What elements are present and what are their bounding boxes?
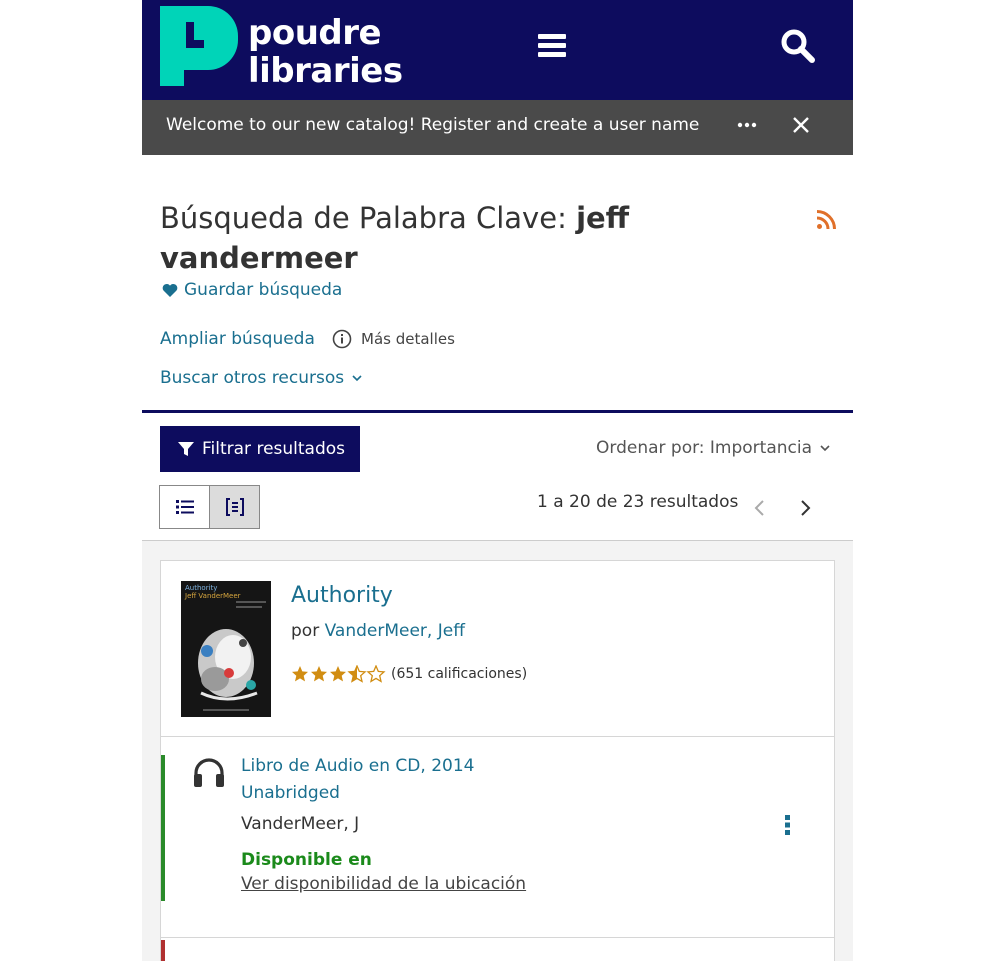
availability-bar bbox=[161, 755, 165, 901]
result-card: Authority Jeff VanderMeer Authority por … bbox=[160, 560, 835, 961]
expand-search-link[interactable]: Ampliar búsqueda bbox=[160, 329, 315, 349]
location-availability-link[interactable]: Ver disponibilidad de la ubicación bbox=[241, 874, 526, 894]
rating-count: (651 calificaciones) bbox=[391, 666, 528, 682]
save-search-link[interactable]: Guardar búsqueda bbox=[162, 280, 342, 300]
format-link[interactable]: Libro de Audio en CD, 2014 Unabridged bbox=[241, 753, 474, 807]
availability-bar bbox=[161, 940, 165, 961]
search-prefix: Búsqueda de Palabra Clave: bbox=[160, 201, 577, 235]
list-view-icon bbox=[175, 500, 194, 514]
ellipsis-icon[interactable] bbox=[736, 114, 758, 136]
search-icon[interactable] bbox=[780, 28, 816, 64]
author-prefix: por bbox=[291, 621, 325, 641]
page-title: Búsqueda de Palabra Clave: jeff vanderme… bbox=[160, 198, 720, 278]
view-toggle bbox=[159, 485, 260, 529]
save-search-label: Guardar búsqueda bbox=[184, 280, 343, 300]
format-line-2: Unabridged bbox=[241, 783, 340, 803]
info-icon bbox=[332, 329, 352, 349]
rating[interactable]: (651 calificaciones) bbox=[291, 665, 527, 683]
result-title-link[interactable]: Authority bbox=[291, 583, 393, 608]
chevron-down-icon bbox=[820, 444, 830, 451]
format-entry: Libro de Audio en CD, 2014 Unabridged Va… bbox=[161, 755, 834, 901]
sort-dropdown[interactable]: Ordenar por: Importancia bbox=[596, 438, 830, 458]
filter-icon bbox=[178, 442, 194, 456]
star-rating bbox=[291, 665, 387, 683]
vertical-ellipsis-icon[interactable] bbox=[779, 813, 795, 837]
site-header: poudre libraries bbox=[142, 0, 853, 100]
grouped-view-button[interactable] bbox=[209, 486, 259, 528]
logo-icon[interactable] bbox=[160, 6, 238, 86]
close-icon[interactable] bbox=[790, 114, 812, 136]
availability-status: Disponible en bbox=[241, 850, 372, 870]
section-divider bbox=[142, 410, 853, 413]
chevron-right-icon[interactable] bbox=[797, 498, 813, 518]
filter-results-button[interactable]: Filtrar resultados bbox=[160, 426, 360, 472]
welcome-banner: Welcome to our new catalog! Register and… bbox=[142, 100, 853, 155]
sort-label: Ordenar por: Importancia bbox=[596, 438, 813, 458]
other-resources-label: Buscar otros recursos bbox=[160, 368, 345, 388]
heart-icon bbox=[162, 283, 178, 297]
logo-text[interactable]: poudre libraries bbox=[248, 14, 403, 90]
stars-icon bbox=[292, 665, 385, 683]
headphones-icon bbox=[194, 758, 224, 787]
chevron-down-icon bbox=[352, 374, 362, 381]
rss-icon[interactable] bbox=[816, 210, 836, 230]
author-link[interactable]: VanderMeer, Jeff bbox=[325, 621, 465, 641]
more-details-label: Más detalles bbox=[361, 330, 455, 348]
cover-title: Authority bbox=[185, 584, 217, 592]
card-divider bbox=[161, 736, 834, 737]
more-details-link[interactable]: Más detalles bbox=[332, 329, 455, 349]
grouped-view-icon bbox=[225, 498, 244, 516]
cover-art: Authority Jeff VanderMeer bbox=[181, 581, 271, 717]
chevron-left-icon[interactable] bbox=[752, 498, 768, 518]
format-author: VanderMeer, J bbox=[241, 814, 360, 834]
cover-author: Jeff VanderMeer bbox=[184, 592, 241, 600]
list-view-button[interactable] bbox=[160, 486, 209, 528]
page: poudre libraries Welcome to our new cata… bbox=[142, 0, 853, 961]
card-divider bbox=[161, 937, 834, 938]
book-cover[interactable]: Authority Jeff VanderMeer bbox=[181, 581, 271, 717]
filter-results-label: Filtrar resultados bbox=[202, 439, 346, 459]
result-count: 1 a 20 de 23 resultados bbox=[537, 492, 739, 512]
result-author-line: por VanderMeer, Jeff bbox=[291, 621, 465, 641]
logo-line-2: libraries bbox=[248, 51, 403, 91]
hamburger-menu-icon[interactable] bbox=[538, 34, 566, 58]
banner-text: Welcome to our new catalog! Register and… bbox=[166, 115, 700, 135]
format-line-1: Libro de Audio en CD, 2014 bbox=[241, 756, 475, 776]
logo-line-1: poudre bbox=[248, 13, 382, 53]
other-resources-dropdown[interactable]: Buscar otros recursos bbox=[160, 368, 362, 388]
